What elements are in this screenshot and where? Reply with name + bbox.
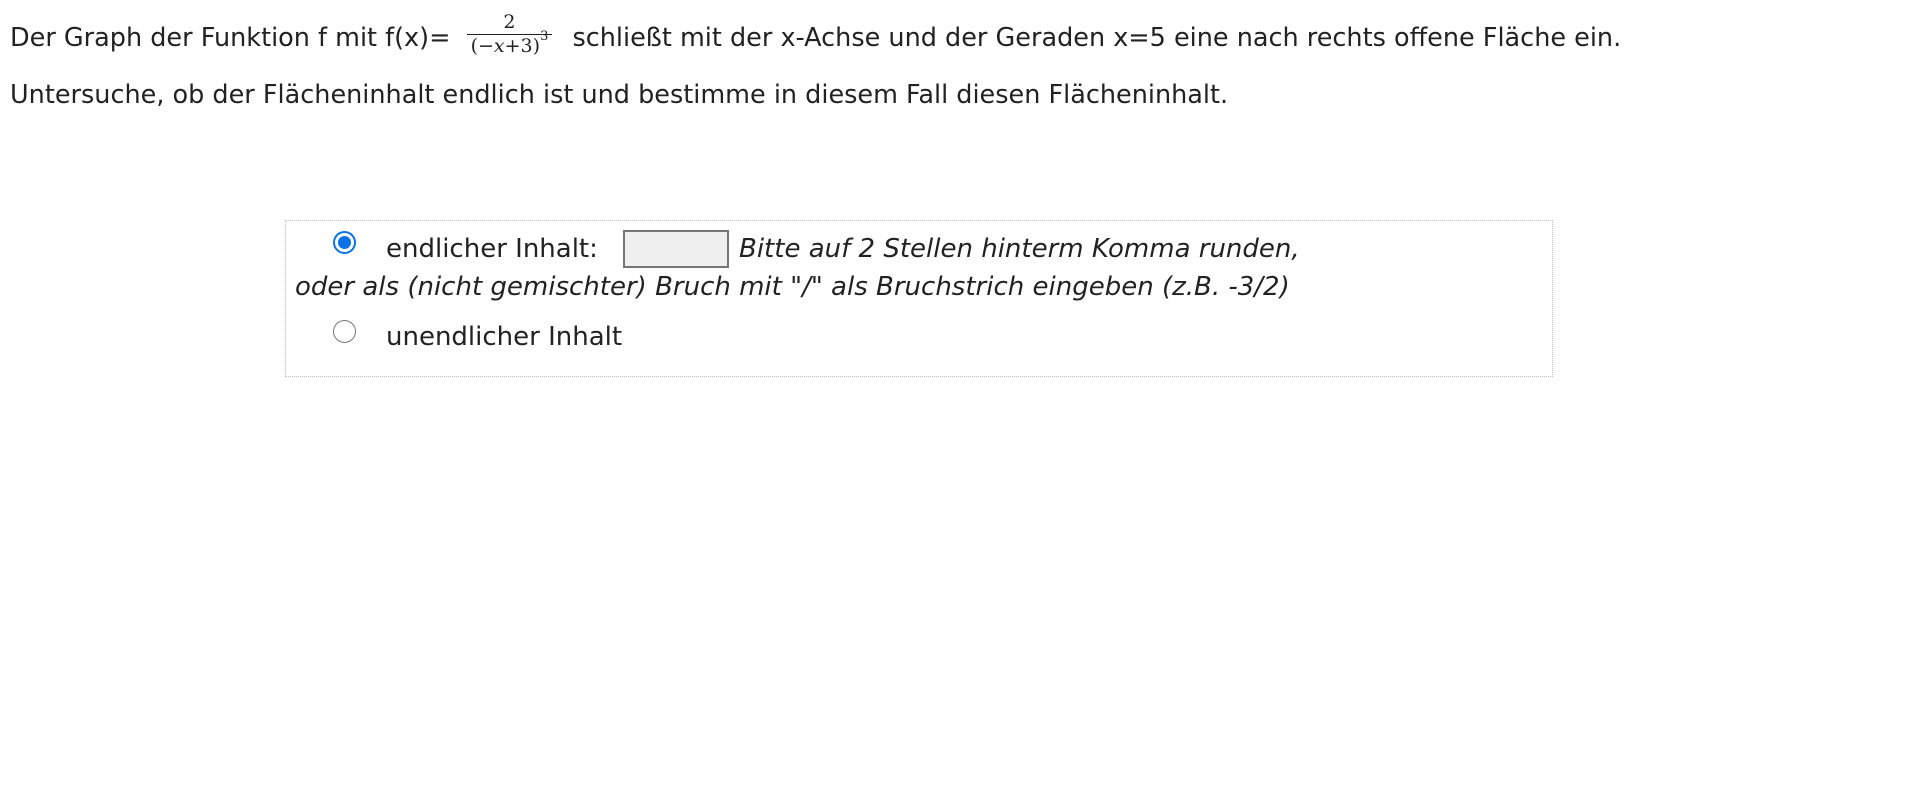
question-line-1: Der Graph der Funktion f mit f(x)= 2 (−x… bbox=[10, 10, 1910, 67]
rounding-hint-line-1: Bitte auf 2 Stellen hinterm Komma runden… bbox=[739, 234, 1300, 264]
finite-area-label[interactable]: endlicher Inhalt: bbox=[386, 233, 598, 265]
area-value-input[interactable] bbox=[623, 230, 729, 268]
infinite-area-radio[interactable] bbox=[333, 320, 356, 343]
question-text: Der Graph der Funktion f mit f(x)= 2 (−x… bbox=[10, 10, 1910, 124]
rounding-hint-line-2: oder als (nicht gemischter) Bruch mit "/… bbox=[295, 272, 1290, 302]
finite-area-radio[interactable] bbox=[333, 231, 356, 254]
formula-exponent: 3 bbox=[540, 29, 549, 45]
formula-denominator: (−x+3)3 bbox=[470, 29, 549, 57]
infinite-area-label[interactable]: unendlicher Inhalt bbox=[386, 321, 622, 353]
question-continuation: schließt mit der x-Achse und der Geraden… bbox=[572, 23, 1622, 53]
question-intro: Der Graph der Funktion f mit f(x)= bbox=[10, 23, 451, 53]
question-line-2: Untersuche, ob der Flächeninhalt endlich… bbox=[10, 80, 1229, 110]
answer-options-box: endlicher Inhalt: Bitte auf 2 Stellen hi… bbox=[285, 220, 1553, 377]
function-formula: 2 (−x+3)3 bbox=[466, 11, 553, 58]
